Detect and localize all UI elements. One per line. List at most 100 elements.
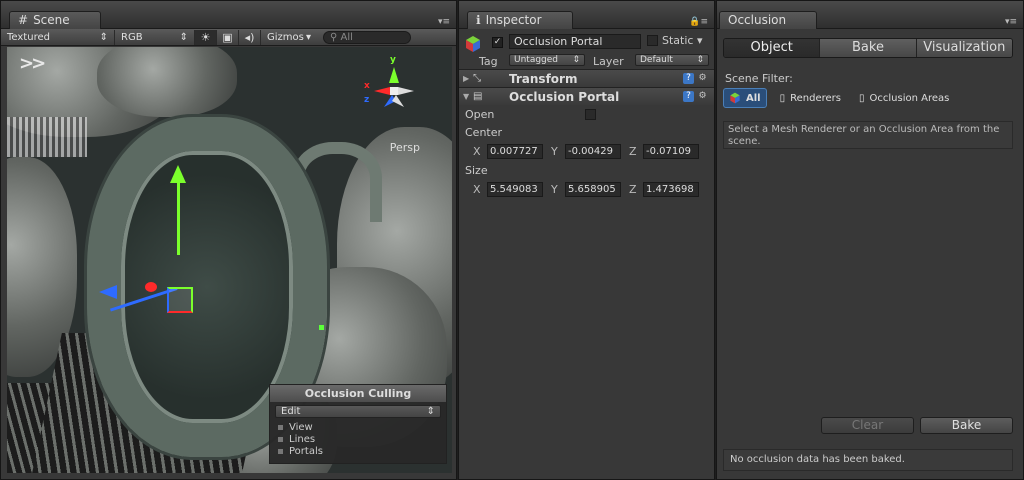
inspector-tabbar: ℹ Inspector 🔒≡ [459,1,714,29]
color-mode-label: RGB [121,31,143,43]
tag-value: Untagged [514,55,559,65]
x-axis-label: X [473,144,481,158]
tab-scene[interactable]: # Scene [9,11,101,29]
overlay-mode-dropdown[interactable]: Edit ⇕ [275,405,441,418]
overlay-item-label: Portals [289,445,323,457]
center-y-field[interactable]: -0.00429 [565,143,621,159]
script-file-icon: ▤ [473,91,483,102]
transform-component-header[interactable]: ▶ ⤡ Transform ? ⚙ [459,69,714,87]
z-axis-label: Z [629,182,637,196]
tab-bake[interactable]: Bake [820,39,917,57]
expanded-arrow-icon: ▼ [463,92,470,101]
render-mode-label: Textured [7,31,50,43]
panel-menu-icon[interactable]: ▾≡ [1005,17,1017,27]
fly-mode-icon[interactable]: >> [19,53,46,74]
filter-renderers-button[interactable]: ▯ Renderers [775,88,846,108]
audio-toggle[interactable]: ◂) [239,29,261,45]
lock-menu-icon[interactable]: 🔒≡ [689,17,708,27]
help-book-icon[interactable]: ? [683,91,694,102]
image-icon: ▣ [222,30,233,44]
axis-y-label: y [390,55,396,65]
open-label: Open [465,107,495,121]
size-y-field[interactable]: 5.658905 [565,181,621,197]
open-checkbox[interactable] [585,109,596,120]
collapsed-arrow-icon: ▶ [463,74,470,83]
axis-z-label: z [364,95,370,105]
move-gizmo-center[interactable] [167,287,193,313]
active-checkbox[interactable]: ✓ [492,37,503,48]
scene-search-input[interactable]: ⚲ All [323,30,411,44]
tab-occlusion[interactable]: Occlusion [719,11,818,29]
bake-status: No occlusion data has been baked. [723,449,1013,471]
render-mode-dropdown[interactable]: Textured ⇕ [1,29,115,45]
occlusion-mode-tabs: Object Bake Visualization [723,38,1013,58]
color-mode-dropdown[interactable]: RGB ⇕ [115,29,195,45]
file-icon: ▯ [858,92,865,104]
clear-button[interactable]: Clear [821,417,914,434]
checkbox-icon [278,436,283,442]
file-icon: ▯ [779,92,786,104]
dropdown-arrow-icon: ⇕ [99,31,108,43]
search-icon: ⚲ [330,31,338,43]
overlay-item-view[interactable]: View [278,421,446,433]
size-vector: X 5.549083 Y 5.658905 Z 1.473698 [459,179,714,199]
help-box: Select a Mesh Renderer or an Occlusion A… [723,121,1013,149]
dropdown-arrow-icon: ▾ [305,31,311,43]
center-x-field[interactable]: 0.007727 [487,143,543,159]
portal-component-header[interactable]: ▼ ▤ Occlusion Portal ? ⚙ [459,87,714,105]
search-placeholder: All [340,31,353,43]
center-label: Center [465,125,503,139]
tab-inspector-label: Inspector [485,13,542,27]
layer-value: Default [640,55,673,65]
inspector-header: ✓ Occlusion Portal Static ▾ Tag Untagged… [459,29,714,69]
panel-menu-icon[interactable]: ▾≡ [438,17,450,27]
bake-button[interactable]: Bake [920,417,1013,434]
orientation-gizmo[interactable]: y x z [364,55,424,125]
size-z-field[interactable]: 1.473698 [643,181,699,197]
filter-occlusion-areas-button[interactable]: ▯ Occlusion Areas [854,88,954,108]
layer-dropdown[interactable]: Default ⇕ [635,54,709,66]
filter-all-button[interactable]: All [723,88,767,108]
help-book-icon[interactable]: ? [683,73,694,84]
dropdown-arrow-icon: ⇕ [179,31,188,43]
object-name-field[interactable]: Occlusion Portal [509,34,641,49]
move-gizmo-z-handle[interactable] [145,282,157,292]
gizmos-dropdown[interactable]: Gizmos ▾ [261,30,317,45]
scene-filter-row: All ▯ Renderers ▯ Occlusion Areas [723,88,954,108]
overlay-title: Occlusion Culling [270,385,446,402]
checkbox-icon [278,448,283,454]
projection-label[interactable]: Persp [390,141,420,154]
y-axis-label: Y [551,144,558,158]
center-property: Center [459,123,714,141]
speaker-icon: ◂) [244,30,255,44]
overlay-item-portals[interactable]: Portals [278,445,446,457]
open-property: Open [459,105,714,123]
size-x-field[interactable]: 5.549083 [487,181,543,197]
size-property: Size [459,161,714,179]
tag-dropdown[interactable]: Untagged ⇕ [509,54,585,66]
filter-occlusion-areas-label: Occlusion Areas [869,92,950,104]
static-checkbox[interactable] [647,35,658,46]
gear-icon[interactable]: ⚙ [697,73,708,84]
center-z-field[interactable]: -0.07109 [643,143,699,159]
move-gizmo-x-arrow[interactable] [99,285,117,299]
z-axis-label: Z [629,144,637,158]
move-gizmo-y-arrow[interactable] [170,165,186,183]
scene-viewport[interactable]: >> y x z Persp Occlusion Culling Edit ⇕ V… [7,47,452,473]
tab-visualization[interactable]: Visualization [916,39,1012,57]
gear-icon[interactable]: ⚙ [697,91,708,102]
bake-buttons: Clear Bake [821,417,1013,434]
tab-object[interactable]: Object [724,39,821,57]
gameobject-cube-icon [466,36,480,52]
info-icon: ℹ [476,13,481,27]
filter-renderers-label: Renderers [790,92,841,104]
center-vector: X 0.007727 Y -0.00429 Z -0.07109 [459,141,714,161]
static-label[interactable]: Static ▾ [662,34,702,47]
lighting-toggle[interactable]: ☀ [195,29,217,45]
overlay-item-lines[interactable]: Lines [278,433,446,445]
skybox-toggle[interactable]: ▣ [217,29,239,45]
tab-inspector[interactable]: ℹ Inspector [467,11,573,29]
occlusion-tabbar: Occlusion ▾≡ [717,1,1023,29]
move-gizmo-y-axis[interactable] [177,175,180,255]
rock [97,47,237,117]
